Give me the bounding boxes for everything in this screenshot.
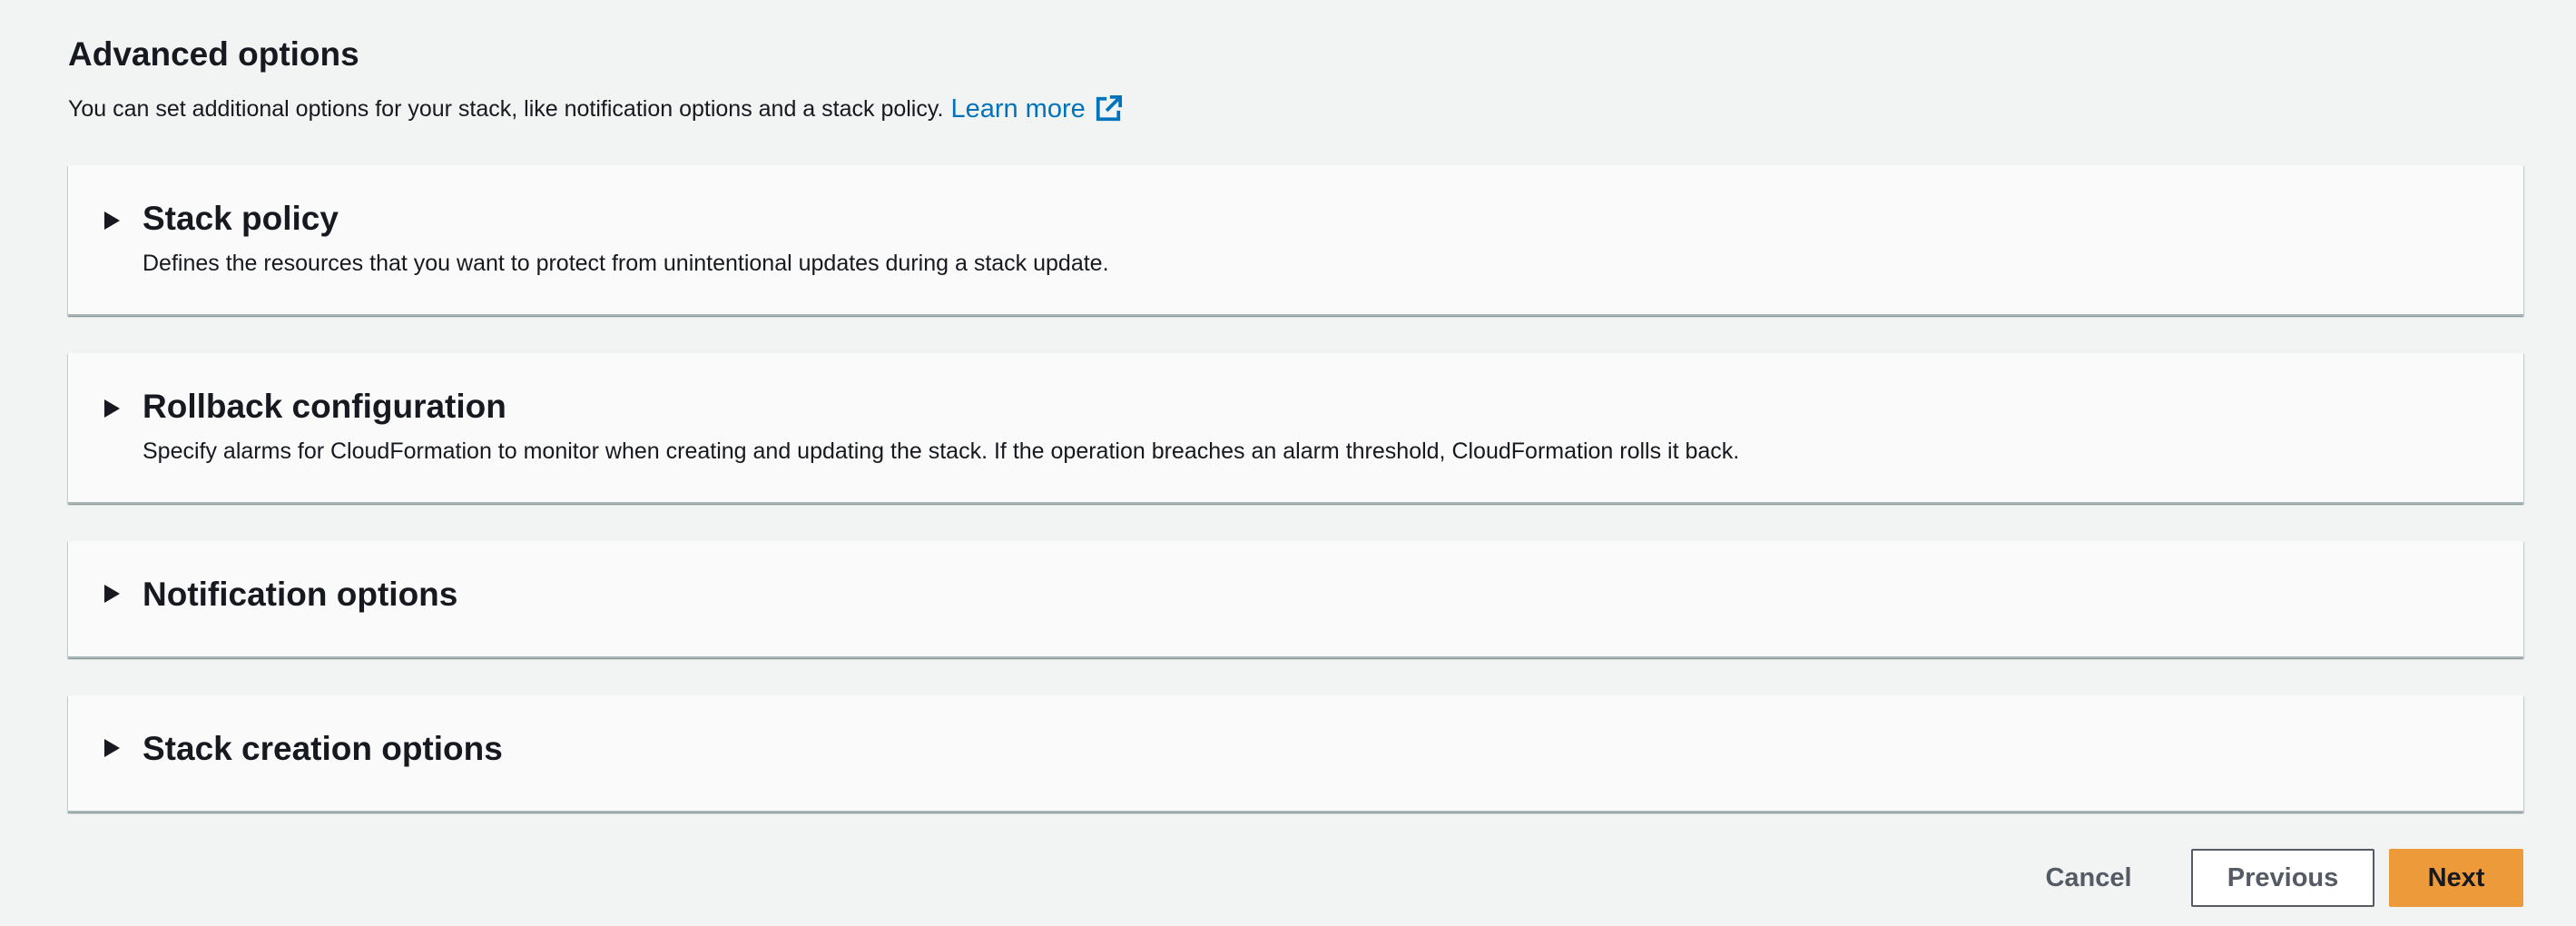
advanced-options-page: Advanced options You can set additional … — [0, 0, 2576, 926]
stack-policy-panel[interactable]: Stack policy Defines the resources that … — [68, 165, 2523, 316]
notification-options-title[interactable]: Notification options — [143, 576, 457, 614]
next-button[interactable]: Next — [2389, 849, 2523, 907]
caret-right-icon[interactable] — [104, 399, 120, 418]
stack-policy-title[interactable]: Stack policy — [143, 200, 339, 238]
notification-options-panel[interactable]: Notification options — [68, 541, 2523, 658]
cancel-button[interactable]: Cancel — [2020, 849, 2157, 907]
rollback-configuration-description: Specify alarms for CloudFormation to mon… — [143, 438, 1740, 464]
external-link-icon — [1096, 95, 1122, 122]
section-title: Advanced options — [68, 35, 359, 73]
wizard-actions: Cancel Previous Next — [2020, 849, 2523, 907]
section-header: Advanced options You can set additional … — [68, 31, 1122, 123]
stack-creation-options-title[interactable]: Stack creation options — [143, 730, 503, 768]
rollback-configuration-title[interactable]: Rollback configuration — [143, 388, 506, 426]
stack-policy-description: Defines the resources that you want to p… — [143, 251, 1109, 276]
section-description: You can set additional options for your … — [68, 96, 944, 122]
caret-right-icon[interactable] — [104, 739, 120, 757]
caret-right-icon[interactable] — [104, 212, 120, 230]
section-description-line: You can set additional options for your … — [68, 94, 1122, 123]
learn-more-label: Learn more — [950, 94, 1086, 123]
rollback-configuration-panel[interactable]: Rollback configuration Specify alarms fo… — [68, 353, 2523, 504]
caret-right-icon[interactable] — [104, 585, 120, 603]
stack-creation-options-panel[interactable]: Stack creation options — [68, 695, 2523, 813]
learn-more-link[interactable]: Learn more — [950, 94, 1122, 123]
previous-button[interactable]: Previous — [2191, 849, 2374, 907]
